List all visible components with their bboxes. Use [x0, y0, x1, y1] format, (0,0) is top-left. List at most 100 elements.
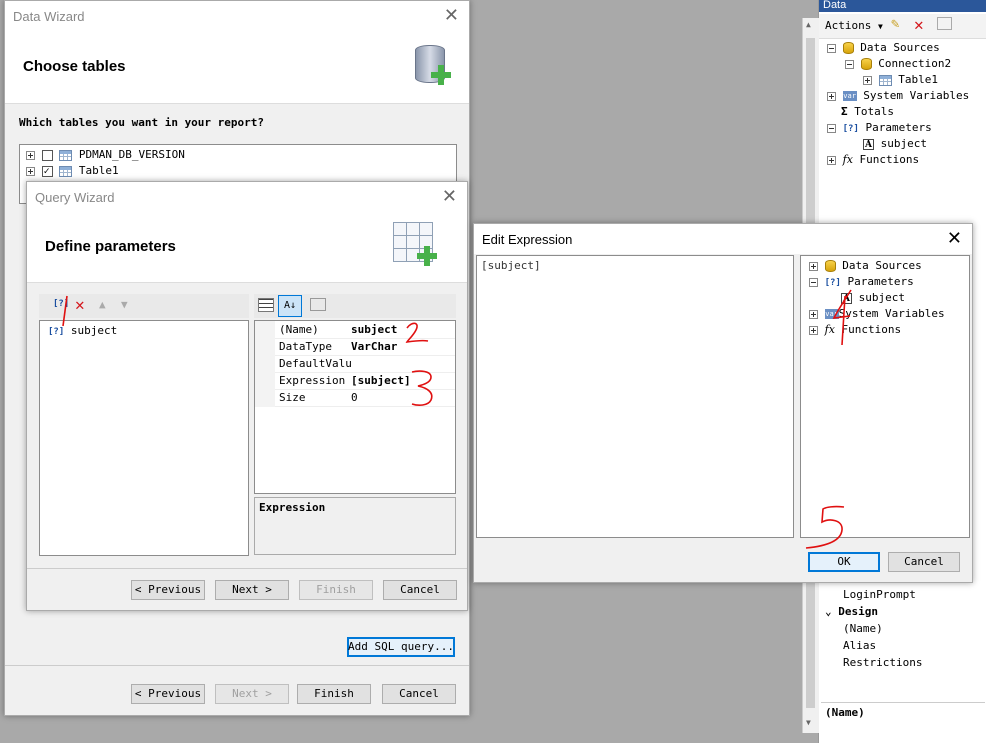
parameter-properties-grid: (Name) subject DataType VarChar DefaultVal…: [254, 320, 456, 494]
scroll-down-icon[interactable]: ▼: [806, 718, 811, 727]
tree-item-parameters[interactable]: [?] Parameters: [809, 274, 914, 290]
query-wizard-titlebar: Query Wizard ✕: [27, 182, 467, 212]
next-button[interactable]: Next >: [215, 580, 289, 600]
tree-item-data-sources[interactable]: Data Sources: [827, 40, 940, 56]
table-checkbox-checked[interactable]: ✓: [41, 165, 53, 177]
expand-icon[interactable]: [26, 166, 35, 176]
expand-icon[interactable]: [809, 261, 818, 271]
delete-icon[interactable]: ✕: [914, 15, 924, 34]
delete-icon[interactable]: ✕: [75, 295, 85, 314]
cancel-button[interactable]: Cancel: [888, 552, 960, 572]
scroll-up-icon[interactable]: ▲: [806, 20, 811, 29]
data-panel-header: Data: [819, 0, 986, 12]
previous-button[interactable]: < Previous: [131, 684, 205, 704]
expand-icon[interactable]: [809, 325, 818, 335]
text-icon: A: [841, 292, 852, 304]
tree-item-subject[interactable]: A subject: [841, 290, 905, 306]
prop-row-expression[interactable]: Expression [subject]: [255, 372, 455, 390]
query-wizard-heading: Define parameters: [45, 238, 176, 255]
tree-item-connection[interactable]: Connection2: [845, 56, 951, 72]
add-parameter-icon[interactable]: [?]: [53, 299, 69, 309]
actions-menu[interactable]: Actions ▼: [825, 19, 883, 32]
collapse-icon[interactable]: [827, 43, 836, 53]
finish-button[interactable]: Finish: [297, 684, 371, 704]
tree-item-system-variables[interactable]: varSystem Variables: [809, 306, 945, 322]
tree-item-subject[interactable]: A subject: [863, 136, 927, 152]
tree-item-data-sources[interactable]: Data Sources: [809, 258, 922, 274]
data-wizard-header: Choose tables: [5, 31, 469, 104]
collapse-icon[interactable]: [809, 277, 818, 287]
table-icon: [59, 165, 73, 177]
sigma-icon: Σ: [841, 105, 848, 118]
close-icon[interactable]: ✕: [444, 5, 459, 26]
text-icon: A: [863, 138, 874, 150]
properties-toolbar: A↓: [254, 294, 456, 318]
data-dictionary-tree: Data Sources Connection2 Table1 var Syst…: [819, 40, 986, 190]
edit-icon[interactable]: ✎: [891, 16, 899, 32]
function-icon: fx: [824, 323, 835, 336]
property-pages-icon[interactable]: [310, 298, 326, 311]
data-panel-toolbar: Actions ▼ ✎ ✕: [819, 14, 986, 39]
prop-row-name[interactable]: (Name): [843, 622, 883, 635]
data-wizard-titlebar: Data Wizard ✕: [5, 1, 469, 31]
query-wizard-header: Define parameters: [27, 212, 467, 283]
prop-row-name[interactable]: (Name) subject: [255, 321, 455, 339]
cancel-button[interactable]: Cancel: [382, 684, 456, 704]
tree-item-functions[interactable]: fx Functions: [809, 322, 901, 338]
table-icon: [878, 74, 892, 86]
prop-row-datatype[interactable]: DataType VarChar: [255, 338, 455, 356]
next-button[interactable]: Next >: [215, 684, 289, 704]
table-row[interactable]: PDMAN_DB_VERSION: [26, 147, 185, 163]
var-icon: var: [824, 309, 839, 319]
collapse-icon[interactable]: [827, 123, 836, 133]
previous-button[interactable]: < Previous: [131, 580, 205, 600]
table-row[interactable]: ✓ Table1: [26, 163, 119, 179]
properties-description: (Name): [821, 702, 985, 743]
cancel-button[interactable]: Cancel: [383, 580, 457, 600]
prop-group-design[interactable]: ⌄ Design: [825, 605, 878, 618]
description-title: Expression: [259, 501, 326, 514]
prop-row-defaultvalue[interactable]: DefaultValu: [255, 355, 455, 373]
grid-margin: [255, 321, 275, 407]
tree-item-table[interactable]: Table1: [863, 72, 938, 88]
sort-alphabetical-icon[interactable]: A↓: [278, 295, 302, 317]
data-wizard-heading: Choose tables: [23, 58, 126, 75]
move-up-icon[interactable]: ▲: [99, 298, 106, 311]
prop-row-size[interactable]: Size 0: [255, 389, 455, 407]
ok-button[interactable]: OK: [808, 552, 880, 572]
parameter-icon: [?]: [824, 278, 841, 288]
parameter-icon: [?]: [48, 327, 65, 337]
expression-editor[interactable]: [subject]: [476, 255, 794, 538]
tables-question: Which tables you want in your report?: [19, 116, 265, 129]
move-down-icon[interactable]: ▼: [121, 298, 128, 311]
tree-item-parameters[interactable]: [?] Parameters: [827, 120, 932, 136]
database-icon: [860, 58, 872, 70]
categorized-icon[interactable]: [258, 298, 274, 312]
add-sql-query-button[interactable]: Add SQL query...: [347, 637, 455, 657]
parameters-list: [?] subject: [39, 320, 249, 556]
edit-expression-titlebar: Edit Expression ✕: [474, 224, 972, 254]
expand-icon[interactable]: [863, 75, 872, 85]
list-item[interactable]: [?] subject: [48, 323, 117, 339]
expand-icon[interactable]: [827, 155, 836, 165]
checkmark-icon: ✓: [43, 165, 50, 177]
grid-add-icon: [393, 222, 437, 266]
property-description-panel: Expression: [254, 497, 456, 555]
database-icon: [842, 42, 854, 54]
finish-button[interactable]: Finish: [299, 580, 373, 600]
prop-row-alias[interactable]: Alias: [843, 639, 876, 652]
tree-item-system-variables[interactable]: var System Variables: [827, 88, 969, 104]
new-window-icon[interactable]: [937, 17, 952, 30]
prop-row-loginprompt[interactable]: LoginPrompt: [843, 588, 916, 601]
prop-row-restrictions[interactable]: Restrictions: [843, 656, 922, 669]
tree-item-functions[interactable]: fx Functions: [827, 152, 919, 168]
expand-icon[interactable]: [809, 309, 818, 319]
tree-item-totals[interactable]: Σ Totals: [841, 104, 894, 120]
close-icon[interactable]: ✕: [947, 228, 962, 249]
collapse-icon[interactable]: [845, 59, 854, 69]
close-icon[interactable]: ✕: [442, 186, 457, 207]
expand-icon[interactable]: [26, 150, 35, 160]
expand-icon[interactable]: [827, 91, 836, 101]
table-checkbox[interactable]: [41, 149, 53, 161]
parameter-icon: [?]: [842, 124, 859, 134]
